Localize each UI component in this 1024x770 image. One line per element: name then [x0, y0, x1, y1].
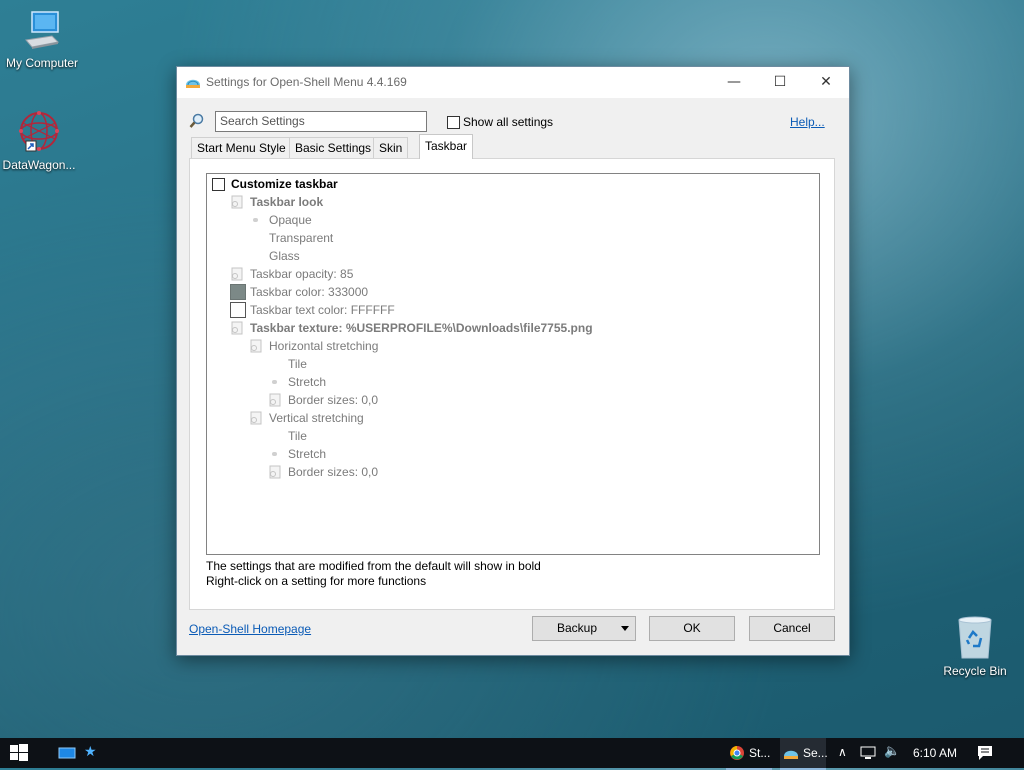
color-swatch-icon: [230, 284, 246, 300]
tree-row-label: Opaque: [269, 213, 312, 227]
tree-row-label: Stretch: [288, 447, 327, 461]
datawagon-globe-icon: [19, 111, 59, 152]
tree-row-horizontal-stretching[interactable]: Horizontal stretching: [249, 337, 378, 355]
settings-page-icon: [269, 393, 281, 407]
taskbar-item-settings[interactable]: Se...: [780, 738, 828, 770]
tab-skin[interactable]: Skin: [373, 137, 409, 158]
tree-row-label: Customize taskbar: [231, 177, 338, 191]
radio-selected-icon: [272, 380, 277, 384]
search-input[interactable]: Search Settings: [215, 111, 427, 132]
taskbar-item-chrome[interactable]: St...: [726, 738, 772, 770]
tab-panel: Customize taskbar Taskbar look Opaque Tr…: [189, 158, 835, 610]
settings-page-icon: [231, 195, 243, 209]
title-bar[interactable]: Settings for Open-Shell Menu 4.4.169 — ☐…: [177, 67, 849, 98]
status-line-bold-hint: The settings that are modified from the …: [206, 559, 541, 573]
task-view-icon[interactable]: [58, 746, 76, 760]
tree-row-customize-taskbar[interactable]: Customize taskbar: [212, 175, 338, 193]
desktop-icon-label: DataWagon...: [2, 158, 76, 172]
show-all-settings-checkbox[interactable]: [447, 116, 460, 129]
tree-row-label: Taskbar opacity: 85: [250, 267, 354, 281]
desktop-icon-label: My Computer: [5, 56, 79, 70]
tree-row-taskbar-look[interactable]: Taskbar look: [230, 193, 323, 211]
open-shell-logo-icon: [784, 750, 798, 759]
cancel-button[interactable]: Cancel: [749, 616, 835, 641]
desktop-icon-my-computer[interactable]: My Computer: [0, 10, 84, 70]
settings-page-icon: [231, 321, 243, 335]
ok-button[interactable]: OK: [649, 616, 735, 641]
dropdown-arrow-icon: [621, 626, 629, 631]
tab-start-menu-style[interactable]: Start Menu Style: [191, 137, 292, 158]
window-title: Settings for Open-Shell Menu 4.4.169: [206, 75, 407, 89]
backup-button[interactable]: Backup: [532, 616, 636, 641]
tab-taskbar[interactable]: Taskbar: [419, 134, 474, 159]
taskbar-item-label: Se...: [803, 746, 828, 760]
network-icon[interactable]: [860, 746, 876, 760]
tree-row-label: Taskbar texture: %USERPROFILE%\Downloads…: [250, 321, 593, 335]
recycle-bin-icon: [958, 616, 992, 659]
tree-row-taskbar-texture[interactable]: Taskbar texture: %USERPROFILE%\Downloads…: [230, 319, 593, 337]
tree-row-label: Stretch: [288, 375, 327, 389]
tree-row-label: Tile: [288, 429, 307, 443]
settings-page-icon: [269, 465, 281, 479]
tree-row-label: Taskbar text color: FFFFFF: [250, 303, 395, 317]
chrome-icon: [730, 746, 744, 760]
settings-page-icon: [231, 267, 243, 281]
tree-row-glass[interactable]: Glass: [250, 247, 300, 265]
clock[interactable]: 6:10 AM: [913, 738, 957, 768]
radio-selected-icon: [253, 218, 258, 222]
volume-icon[interactable]: 🔈: [884, 744, 900, 759]
desktop-icon-recycle-bin[interactable]: Recycle Bin: [933, 614, 1017, 678]
desktop-icon-datawagon[interactable]: DataWagon...: [0, 108, 81, 172]
settings-page-icon: [250, 411, 262, 425]
settings-tree[interactable]: Customize taskbar Taskbar look Opaque Tr…: [206, 173, 820, 555]
radio-selected-icon: [272, 452, 277, 456]
backup-button-label: Backup: [557, 621, 598, 635]
tree-row-vertical-stretching[interactable]: Vertical stretching: [249, 409, 364, 427]
tree-row-label: Vertical stretching: [269, 411, 364, 425]
search-icon: [189, 113, 204, 128]
tree-row-transparent[interactable]: Transparent: [250, 229, 333, 247]
tree-row-tile[interactable]: Tile: [269, 427, 307, 445]
tab-basic-settings[interactable]: Basic Settings: [289, 137, 378, 158]
tree-row-label: Border sizes: 0,0: [288, 465, 379, 479]
checkbox-icon: [212, 178, 225, 191]
open-shell-homepage-link[interactable]: Open-Shell Homepage: [189, 622, 311, 636]
tree-row-label: Border sizes: 0,0: [288, 393, 379, 407]
show-all-settings-label[interactable]: Show all settings: [463, 115, 553, 129]
tree-row-border-sizes[interactable]: Border sizes: 0,0: [268, 463, 378, 481]
computer-icon: [25, 11, 60, 49]
tree-row-taskbar-color[interactable]: Taskbar color: 333000: [230, 283, 368, 301]
tree-row-border-sizes[interactable]: Border sizes: 0,0: [268, 391, 378, 409]
help-link[interactable]: Help...: [790, 115, 825, 129]
tree-row-stretch[interactable]: Stretch: [269, 445, 326, 463]
settings-page-icon: [250, 339, 262, 353]
action-center-icon[interactable]: [977, 745, 993, 761]
tree-row-taskbar-opacity[interactable]: Taskbar opacity: 85: [230, 265, 353, 283]
chevron-up-icon[interactable]: ∧: [838, 745, 847, 759]
color-swatch-icon: [230, 302, 246, 318]
tree-row-label: Transparent: [269, 231, 334, 245]
settings-window: Settings for Open-Shell Menu 4.4.169 — ☐…: [176, 66, 850, 656]
open-shell-pin-icon[interactable]: ★: [84, 744, 97, 760]
tree-row-tile[interactable]: Tile: [269, 355, 307, 373]
tree-row-opaque[interactable]: Opaque: [250, 211, 312, 229]
tree-row-label: Horizontal stretching: [269, 339, 379, 353]
tree-row-stretch[interactable]: Stretch: [269, 373, 326, 391]
desktop-icon-label: Recycle Bin: [943, 664, 1007, 678]
status-line-right-click-hint: Right-click on a setting for more functi…: [206, 574, 427, 588]
taskbar: ★ St... Se... ∧ 🔈 6:10 AM: [0, 738, 1024, 770]
minimize-button[interactable]: —: [711, 67, 757, 98]
open-shell-logo-icon: [186, 79, 200, 88]
tree-row-label: Taskbar color: 333000: [250, 285, 369, 299]
windows-start-icon[interactable]: [10, 744, 28, 762]
tree-row-taskbar-text-color[interactable]: Taskbar text color: FFFFFF: [230, 301, 395, 319]
taskbar-item-label: St...: [749, 746, 771, 760]
tree-row-label: Tile: [288, 357, 307, 371]
close-button[interactable]: ✕: [803, 67, 849, 98]
tree-row-label: Glass: [269, 249, 300, 263]
maximize-button[interactable]: ☐: [757, 67, 803, 98]
